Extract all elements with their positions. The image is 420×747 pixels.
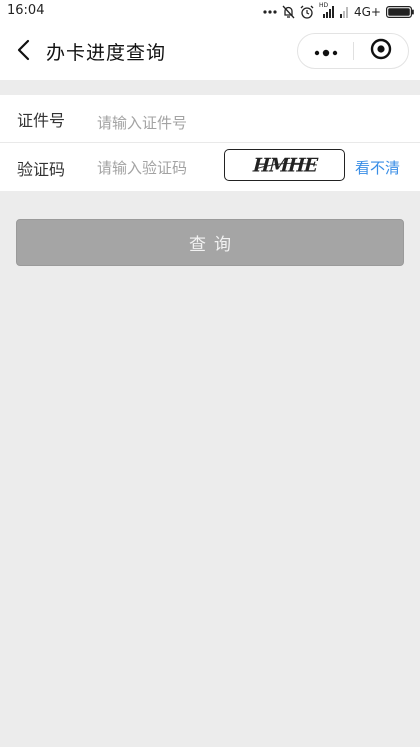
- status-icons: HD 4G+: [263, 2, 414, 20]
- mute-icon: [282, 5, 295, 19]
- capsule-close-button[interactable]: [354, 34, 408, 68]
- alarm-icon: [300, 5, 314, 19]
- signal-icon: HD: [319, 2, 335, 18]
- verification-code-row: 验证码 HMHE 看不清: [0, 143, 420, 191]
- target-close-icon: [370, 38, 392, 64]
- captcha-refresh-link[interactable]: 看不清: [355, 157, 400, 178]
- status-bar: 16:04 HD 4G+: [0, 0, 420, 24]
- id-number-input[interactable]: [97, 111, 397, 135]
- verification-code-input[interactable]: [97, 156, 217, 180]
- chevron-left-icon: [16, 39, 30, 65]
- id-number-label: 证件号: [17, 111, 66, 130]
- hd-label: HD: [319, 2, 329, 9]
- mini-program-capsule: [297, 33, 409, 69]
- page-title: 办卡进度查询: [46, 42, 167, 64]
- signal-weak-icon: [340, 6, 349, 18]
- status-time: 16:04: [7, 3, 45, 18]
- id-number-row: 证件号: [0, 95, 420, 143]
- more-icon: [314, 42, 338, 61]
- capsule-more-button[interactable]: [298, 34, 353, 68]
- back-button[interactable]: [10, 38, 36, 66]
- captcha-text: HMHE: [249, 153, 320, 177]
- query-button[interactable]: 查询: [16, 219, 404, 266]
- nav-bar: 办卡进度查询: [0, 24, 420, 80]
- network-label: 4G+: [354, 5, 381, 19]
- query-form: 证件号 验证码 HMHE 看不清: [0, 95, 420, 191]
- battery-icon: [386, 6, 414, 18]
- verification-code-label: 验证码: [17, 160, 66, 179]
- captcha-image[interactable]: HMHE: [224, 149, 345, 181]
- more-dots-icon: [263, 9, 277, 15]
